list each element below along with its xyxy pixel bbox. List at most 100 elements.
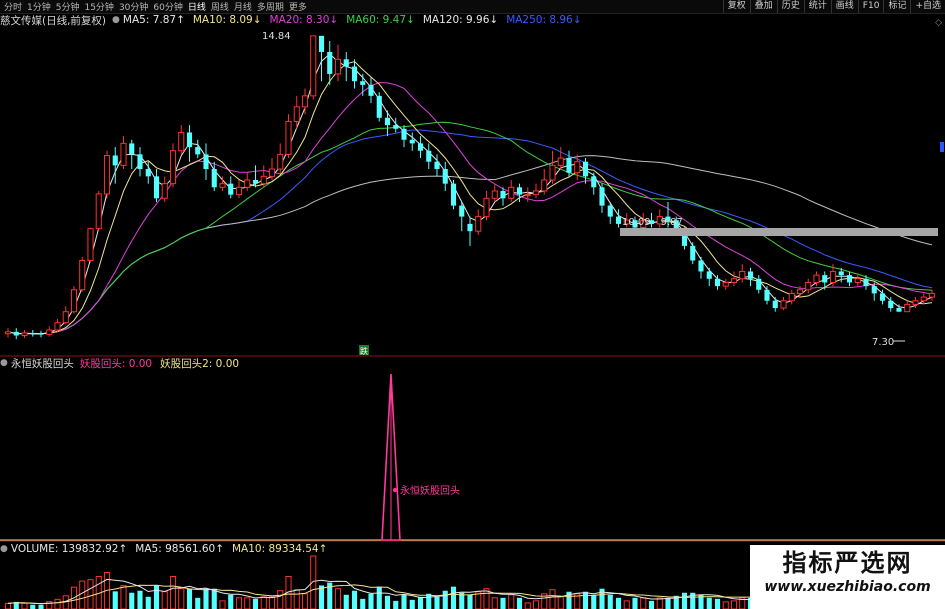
volume-bar: [409, 599, 415, 609]
volume-bar: [393, 600, 399, 609]
volume-bar: [681, 592, 688, 609]
volume-bar: [665, 597, 671, 609]
candle: [277, 143, 284, 173]
volume-bar: [376, 586, 382, 609]
volume-bar: [607, 594, 613, 609]
low-label: 7.30: [872, 337, 894, 348]
candle: [920, 293, 927, 305]
volume-bar: [161, 591, 168, 609]
candle: [722, 278, 729, 290]
candle: [426, 143, 432, 170]
candle: [739, 264, 746, 283]
volume-bar: [30, 604, 36, 609]
candle: [756, 275, 762, 294]
volume-bar: [129, 592, 135, 609]
volume-bar: [491, 597, 498, 609]
candle: [690, 242, 696, 265]
candle: [169, 143, 177, 188]
candle: [137, 147, 143, 177]
volume-bar: [648, 600, 655, 609]
candle: [343, 51, 349, 82]
candle: [4, 328, 12, 338]
volume-bar: [178, 588, 185, 609]
volume-bar: [549, 589, 556, 609]
volume-bar: [730, 600, 738, 609]
candle: [21, 330, 28, 339]
candle: [153, 169, 160, 202]
volume-bar: [623, 600, 630, 609]
volume-bar: [351, 590, 358, 609]
candle: [129, 139, 135, 170]
candle: [301, 88, 309, 115]
candle: [854, 275, 861, 287]
volume-bar: [401, 594, 407, 609]
volume-bar: [293, 589, 300, 609]
candle: [566, 150, 572, 177]
volume-bar: [87, 579, 94, 609]
gap-band: [620, 228, 938, 236]
watermark-url: www.xuezhibiao.com: [764, 579, 931, 595]
candle: [95, 190, 102, 232]
candle: [211, 161, 217, 191]
volume-bar: [714, 598, 721, 609]
kline-chart[interactable]: 10.09 - 9.87 14.84 7.30 跌 永恒妖股回头: [0, 0, 945, 609]
volume-bar: [656, 597, 663, 609]
candle: [30, 330, 36, 337]
volume-bar: [417, 596, 424, 609]
candle: [310, 35, 317, 100]
candle: [846, 271, 853, 287]
candle: [582, 158, 589, 184]
ma10-line: [7, 60, 933, 335]
candle: [62, 306, 69, 325]
candle: [368, 77, 374, 104]
candle: [483, 190, 490, 221]
candle: [491, 183, 498, 202]
candle: [376, 92, 382, 122]
volume-bar: [524, 602, 531, 609]
candle: [904, 300, 911, 313]
candle: [79, 256, 86, 292]
volume-bar: [442, 590, 448, 609]
volume-bar: [120, 585, 127, 609]
candle: [360, 73, 366, 96]
volume-bar: [582, 591, 589, 609]
candle: [599, 183, 605, 213]
volume-bar: [434, 596, 440, 609]
candle: [145, 161, 151, 184]
volume-bar: [268, 596, 276, 609]
candle: [475, 209, 482, 235]
gap-label: 10.09 - 9.87: [622, 217, 683, 228]
volume-bar: [169, 576, 177, 609]
volume-bar: [38, 604, 44, 609]
volume-bar: [532, 600, 540, 609]
candle: [698, 256, 704, 279]
candles: [4, 35, 936, 340]
candle: [772, 297, 778, 312]
volume-bar: [235, 597, 243, 609]
signal-dot: [393, 488, 397, 492]
volume-bar: [277, 590, 284, 609]
volume-bar: [145, 596, 151, 609]
candle: [13, 328, 19, 340]
candle: [591, 172, 597, 195]
candle: [467, 216, 473, 246]
volume-bar: [334, 588, 342, 609]
candle: [434, 154, 440, 177]
volume-bar: [4, 602, 12, 609]
volume-bar: [203, 588, 209, 609]
volume-bar: [632, 597, 638, 609]
volume-bar: [228, 594, 234, 609]
watermark-title: 指标严选网: [782, 549, 913, 577]
candle: [38, 330, 44, 338]
scroll-marker[interactable]: [940, 142, 944, 152]
volume-bar: [252, 598, 259, 609]
volume-bar: [112, 591, 118, 609]
volume-bar: [706, 597, 712, 609]
candle: [178, 125, 185, 155]
candle: [120, 136, 127, 170]
candle: [442, 161, 448, 191]
candle: [87, 227, 94, 263]
volume-bar: [54, 598, 61, 609]
candle: [195, 139, 201, 159]
candle: [557, 147, 564, 170]
